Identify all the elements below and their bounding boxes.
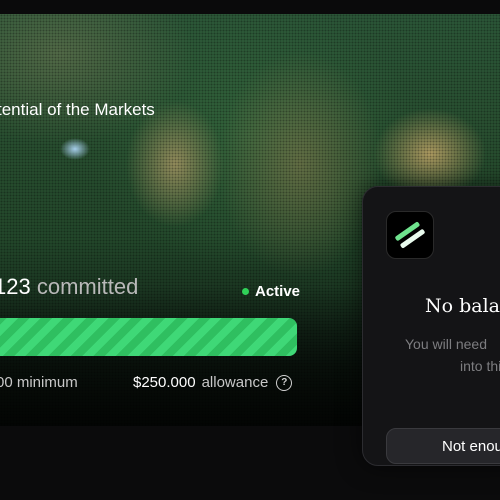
status-badge: Active (242, 283, 300, 300)
committed-amount: 123 committed (0, 274, 138, 300)
committed-label: committed (36, 274, 139, 299)
minimum-text: 00 minimum (0, 374, 78, 391)
no-balance-modal: No balan You will need into this Not eno… (362, 186, 500, 466)
help-icon[interactable]: ? (276, 374, 293, 391)
commit-progress-bar (0, 318, 297, 356)
modal-title: No balan (425, 295, 500, 317)
modal-body: You will need into this (405, 333, 500, 377)
brand-logo-icon (386, 211, 434, 259)
modal-body-line-2: into this (460, 358, 500, 374)
allowance-label: allowance (201, 374, 269, 391)
allowance-info: $250.000 allowance ? (133, 374, 293, 391)
not-enough-button[interactable]: Not enou (386, 428, 500, 464)
committed-value: 123 (0, 274, 31, 299)
top-bar (0, 0, 500, 14)
status-dot-icon (242, 288, 249, 295)
hero-title: tential of the Markets (0, 100, 155, 119)
allowance-value: $250.000 (133, 374, 196, 391)
modal-body-line-1: You will need (405, 336, 487, 352)
status-label: Active (255, 283, 301, 300)
